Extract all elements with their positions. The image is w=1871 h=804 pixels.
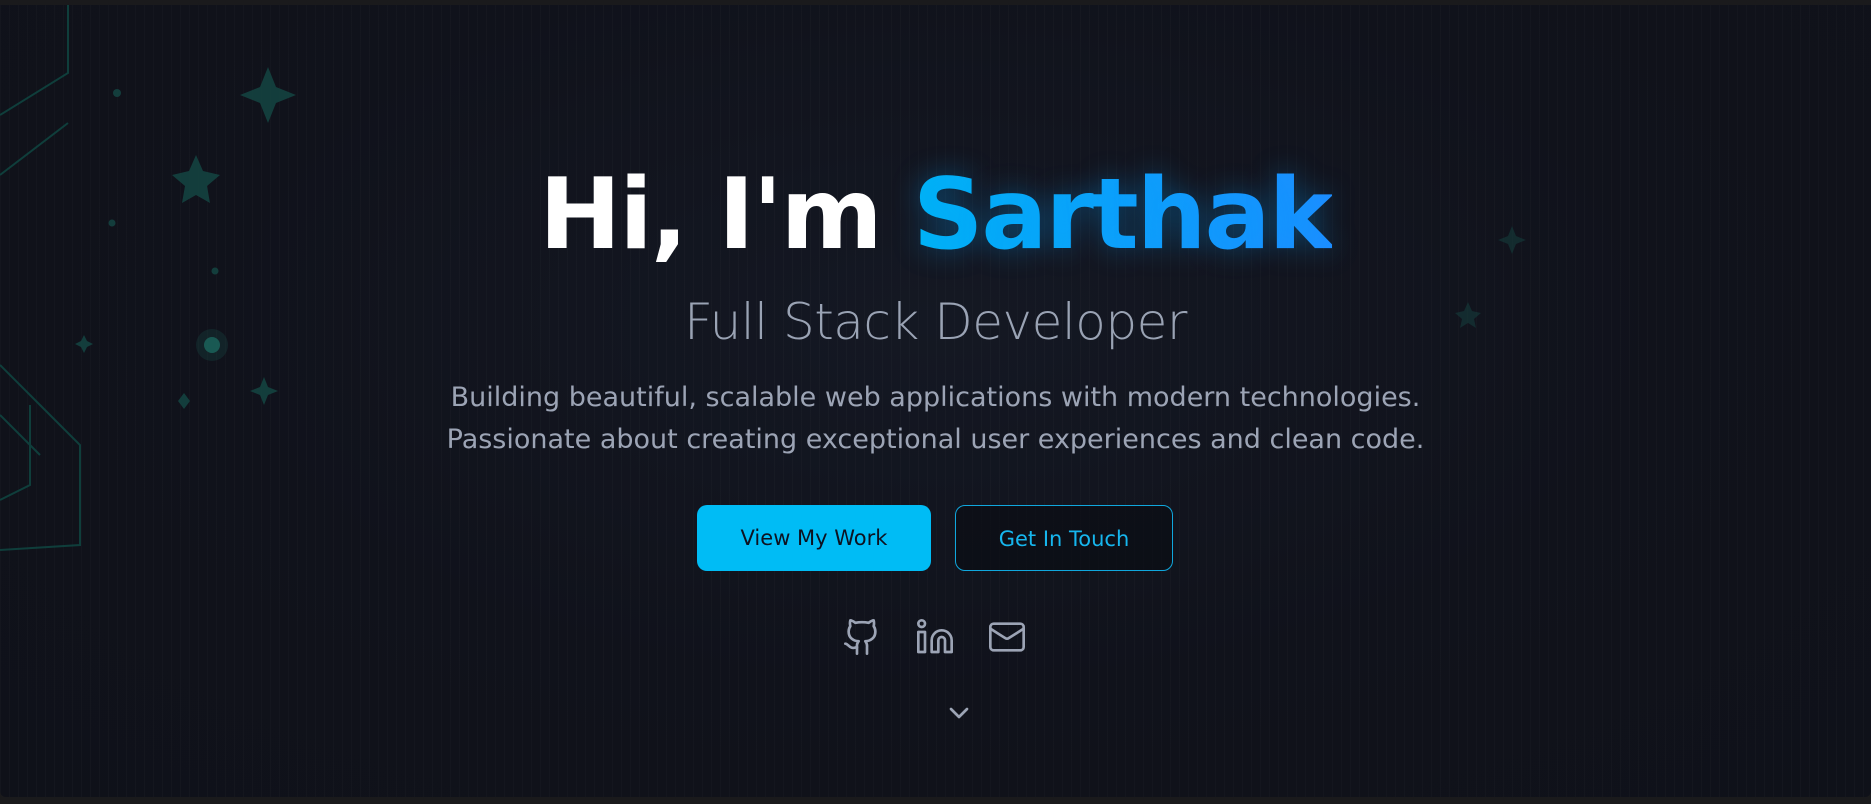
- linkedin-link[interactable]: [915, 617, 955, 657]
- linkedin-icon: [917, 619, 953, 654]
- hero-section: Hi, I'm Sarthak Full Stack Developer Bui…: [0, 5, 1871, 797]
- scroll-down-button[interactable]: [943, 697, 975, 729]
- social-links: [0, 617, 1871, 657]
- headline: Hi, I'm Sarthak: [0, 155, 1871, 275]
- github-icon: [844, 619, 877, 655]
- circuit-lines: [0, 5, 81, 551]
- email-link[interactable]: [987, 617, 1027, 657]
- glow-dot: [113, 89, 121, 97]
- chevron-down-icon: [949, 707, 969, 719]
- role-subtitle: Full Stack Developer: [684, 293, 1187, 351]
- view-my-work-button[interactable]: View My Work: [697, 505, 931, 571]
- description-line: Passionate about creating exceptional us…: [446, 424, 1425, 455]
- description-line: Building beautiful, scalable web applica…: [450, 382, 1421, 413]
- get-in-touch-button[interactable]: Get In Touch: [955, 505, 1173, 571]
- mail-icon: [989, 622, 1025, 652]
- sparkle-star: [240, 67, 296, 123]
- greeting-text: Hi, I'm: [539, 158, 883, 272]
- github-link[interactable]: [842, 617, 882, 657]
- hero-description: Building beautiful, scalable web applica…: [0, 377, 1871, 461]
- name-highlight: Sarthak: [912, 158, 1334, 272]
